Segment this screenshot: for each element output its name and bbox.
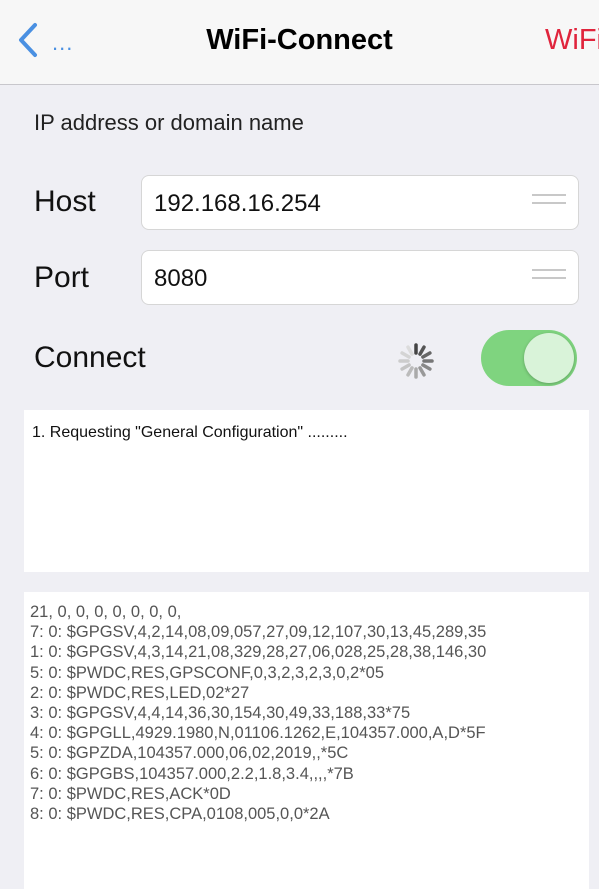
wifi-nav-button[interactable]: WiFi <box>545 24 599 57</box>
log-line: 8: 0: $PWDC,RES,CPA,0108,005,0,0*2A <box>30 805 330 824</box>
port-label: Port <box>34 261 90 294</box>
log-panel[interactable]: 21, 0, 0, 0, 0, 0, 0, 0, 7: 0: $GPGSV,4,2… <box>24 592 589 889</box>
status-text: 1. Requesting "General Configuration" ..… <box>32 424 348 441</box>
log-line: 5: 0: $GPZDA,104357.000,06,02,2019,,*5C <box>30 744 349 763</box>
status-panel: 1. Requesting "General Configuration" ..… <box>24 410 589 572</box>
connect-label: Connect <box>34 341 146 374</box>
log-line: 5: 0: $PWDC,RES,GPSCONF,0,3,2,3,2,3,0,2*… <box>30 663 384 682</box>
reorder-handle-icon <box>532 269 566 287</box>
toggle-knob <box>524 333 574 383</box>
host-field[interactable] <box>141 175 579 230</box>
log-lines: 21, 0, 0, 0, 0, 0, 0, 0, 7: 0: $GPGSV,4,2… <box>24 592 589 824</box>
host-input[interactable] <box>152 186 516 222</box>
log-line: 2: 0: $PWDC,RES,LED,02*27 <box>30 683 250 702</box>
loading-spinner-icon <box>398 343 434 379</box>
reorder-handle-icon <box>532 194 566 212</box>
log-line: 7: 0: $GPGSV,4,2,14,08,09,057,27,09,12,1… <box>30 623 487 642</box>
port-field[interactable] <box>141 250 579 305</box>
log-line: 21, 0, 0, 0, 0, 0, 0, 0, <box>30 603 182 621</box>
log-line: 6: 0: $GPGBS,104357.000,2.2,1.8,3.4,,,,*… <box>30 764 354 783</box>
port-input[interactable] <box>152 261 516 297</box>
log-line: 7: 0: $PWDC,RES,ACK*0D <box>30 784 231 803</box>
navigation-bar: ... WiFi-Connect WiFi <box>0 0 599 85</box>
log-line: 4: 0: $GPGLL,4929.1980,N,01106.1262,E,10… <box>30 724 486 743</box>
log-line: 1: 0: $GPGSV,4,3,14,21,08,329,28,27,06,0… <box>30 643 487 662</box>
page-title: WiFi-Connect <box>206 24 393 56</box>
section-label: IP address or domain name <box>34 110 304 135</box>
host-label: Host <box>34 185 96 218</box>
log-line: 3: 0: $GPGSV,4,4,14,36,30,154,30,49,33,1… <box>30 704 411 723</box>
connect-toggle[interactable] <box>481 330 577 386</box>
